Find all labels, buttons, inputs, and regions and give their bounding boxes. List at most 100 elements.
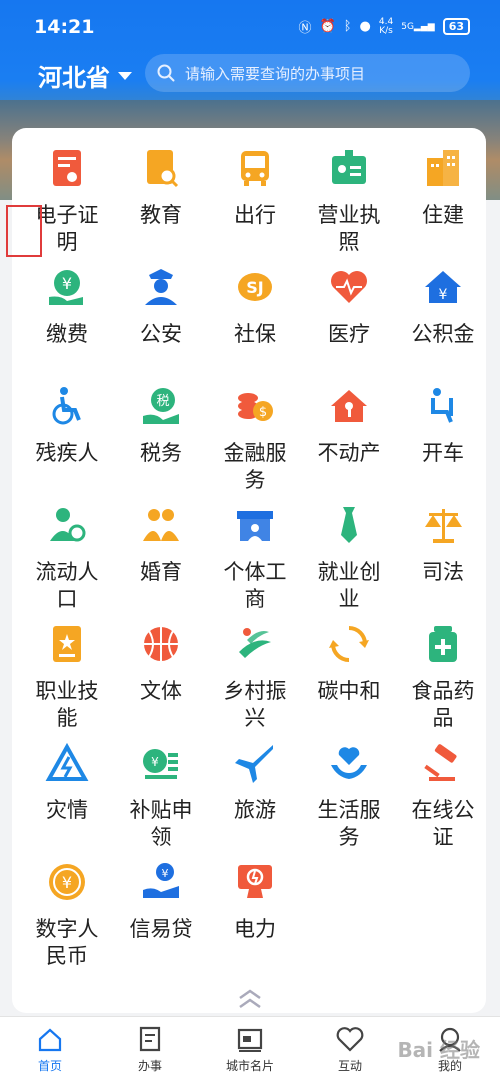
service-label: 信易贷: [129, 917, 193, 941]
service-label: 文体: [140, 679, 182, 703]
medical-heart-icon: [327, 265, 371, 309]
social-security-icon: SJ: [233, 265, 277, 309]
service-item-8[interactable]: 医疗: [302, 265, 396, 384]
svg-text:¥: ¥: [62, 274, 72, 293]
svg-text:¥: ¥: [151, 755, 159, 769]
service-item-9[interactable]: ¥ 公积金: [396, 265, 490, 384]
service-item-4[interactable]: 住建: [396, 146, 490, 265]
service-item-19[interactable]: 司法: [396, 503, 490, 622]
service-label: 婚育: [140, 560, 182, 584]
tab-1[interactable]: 办事: [100, 1017, 200, 1084]
rural-revitalization-icon: [233, 622, 277, 666]
svg-text:¥: ¥: [162, 867, 169, 880]
location-icon: ●: [359, 19, 371, 34]
tab-label: 互动: [337, 1059, 362, 1073]
document-icon: [139, 1026, 161, 1052]
city-card-icon: [237, 1028, 263, 1052]
service-item-11[interactable]: 税税务: [114, 384, 208, 503]
service-label: 数字人民币: [35, 917, 99, 968]
caret-down-icon: [118, 71, 132, 80]
service-item-26[interactable]: ¥ 补贴申领: [114, 741, 208, 860]
skill-certificate-icon: [45, 622, 89, 666]
driver-icon: [421, 384, 465, 428]
marriage-icon: [139, 503, 183, 547]
service-item-27[interactable]: 旅游: [208, 741, 302, 860]
service-label: 在线公证: [411, 798, 475, 849]
service-item-21[interactable]: 文体: [114, 622, 208, 741]
service-label: 营业执照: [317, 203, 381, 254]
basketball-icon: [139, 622, 183, 666]
gavel-icon: [421, 741, 465, 785]
service-item-22[interactable]: 乡村振兴: [208, 622, 302, 741]
watermark: Bai 经验: [397, 1038, 480, 1062]
services-grid: 电子证明 教育 出行 营业执照 住建 ¥ 缴费 公安 SJ 社保 医疗 ¥ 公积金 残疾人税税务 $ 金融服务…: [20, 146, 490, 979]
service-item-17[interactable]: 个体工商: [208, 503, 302, 622]
service-label: 社保: [234, 322, 276, 346]
service-item-28[interactable]: 生活服务: [302, 741, 396, 860]
search-input[interactable]: 请输入需要查询的办事项目: [145, 54, 470, 92]
service-label: 医疗: [328, 322, 370, 346]
tab-2[interactable]: 城市名片: [200, 1017, 300, 1084]
service-label: 乡村振兴: [223, 679, 287, 730]
service-label: 食品药品: [411, 679, 475, 730]
service-item-31[interactable]: ¥ 信易贷: [114, 860, 208, 979]
service-label: 住建: [422, 203, 464, 227]
service-item-7[interactable]: SJ 社保: [208, 265, 302, 384]
service-item-10[interactable]: 残疾人: [20, 384, 114, 503]
service-item-23[interactable]: 碳中和: [302, 622, 396, 741]
service-item-16[interactable]: 婚育: [114, 503, 208, 622]
service-item-2[interactable]: 出行: [208, 146, 302, 265]
status-bar: 14:21 Ⓝ ⏰ ᛒ ● 4.4 K/s 5G▂▄▆ 63: [0, 0, 500, 50]
svg-text:$: $: [259, 405, 267, 420]
system-icons: Ⓝ ⏰ ᛒ ● 4.4 K/s 5G▂▄▆ 63: [299, 17, 470, 36]
service-item-15[interactable]: 流动人口: [20, 503, 114, 622]
shop-icon: [233, 503, 277, 547]
tab-0[interactable]: 首页: [0, 1017, 100, 1084]
service-item-3[interactable]: 营业执照: [302, 146, 396, 265]
service-item-12[interactable]: $ 金融服务: [208, 384, 302, 503]
credit-loan-icon: ¥: [139, 860, 183, 904]
service-item-24[interactable]: 食品药品: [396, 622, 490, 741]
service-item-14[interactable]: 开车: [396, 384, 490, 503]
service-item-18[interactable]: 就业创业: [302, 503, 396, 622]
service-label: 税务: [140, 441, 182, 465]
tab-label: 城市名片: [225, 1059, 274, 1073]
digital-yuan-icon: ¥: [45, 860, 89, 904]
service-label: 缴费: [46, 322, 88, 346]
service-item-32[interactable]: 电力: [208, 860, 302, 979]
service-item-6[interactable]: 公安: [114, 265, 208, 384]
service-label: 公积金: [411, 322, 475, 346]
service-label: 电力: [234, 917, 276, 941]
service-label: 不动产: [317, 441, 381, 465]
service-item-5[interactable]: ¥ 缴费: [20, 265, 114, 384]
collapse-chevron-icon[interactable]: [236, 988, 264, 1010]
service-item-29[interactable]: 在线公证: [396, 741, 490, 860]
province-selector[interactable]: 河北省: [38, 58, 132, 93]
tab-label: 首页: [37, 1059, 62, 1073]
service-item-1[interactable]: 教育: [114, 146, 208, 265]
coins-icon: $: [233, 384, 277, 428]
migrant-icon: [45, 503, 89, 547]
tie-icon: [327, 503, 371, 547]
service-item-13[interactable]: 不动产: [302, 384, 396, 503]
service-label: 流动人口: [35, 560, 99, 611]
tab-3[interactable]: 互动: [300, 1017, 400, 1084]
highlight-box: [6, 205, 42, 257]
battery-icon: 63: [442, 18, 470, 35]
alarm-icon: ⏰: [319, 19, 336, 34]
service-item-20[interactable]: 职业技能: [20, 622, 114, 741]
svg-text:¥: ¥: [439, 287, 448, 303]
building-icon: [421, 146, 465, 190]
service-label: 出行: [234, 203, 276, 227]
service-item-25[interactable]: 灾情: [20, 741, 114, 860]
service-item-30[interactable]: ¥ 数字人民币: [20, 860, 114, 979]
network-speed: 4.4 K/s: [378, 16, 394, 36]
heart-icon: [336, 1027, 364, 1052]
home-icon: [38, 1028, 62, 1052]
bluetooth-icon: ᛒ: [343, 19, 352, 34]
business-license-icon: [327, 146, 371, 190]
svg-text:¥: ¥: [62, 873, 72, 892]
signal-icon: 5G▂▄▆: [401, 21, 435, 32]
service-label: 职业技能: [35, 679, 99, 730]
service-label: 公安: [140, 322, 182, 346]
